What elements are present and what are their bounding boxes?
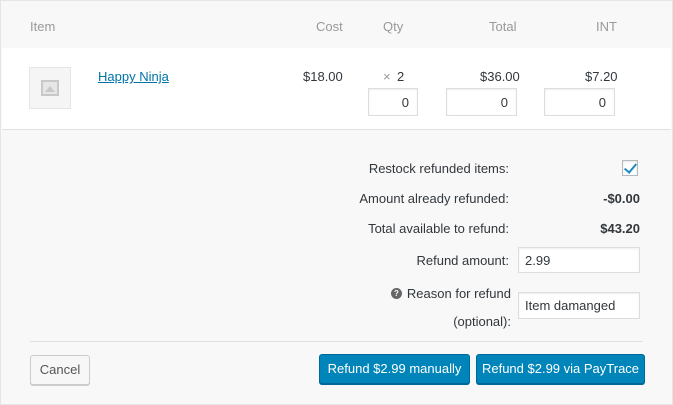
available-value: $43.20	[600, 221, 640, 236]
header-cost: Cost	[316, 19, 343, 34]
table-header: Item Cost Qty Total INT	[2, 2, 671, 48]
cancel-button[interactable]: Cancel	[30, 355, 90, 385]
header-qty: Qty	[383, 19, 404, 34]
header-item: Item	[30, 19, 56, 34]
available-label: Total available to refund:	[368, 221, 509, 236]
refund-manually-button[interactable]: Refund $2.99 manually	[319, 354, 470, 384]
item-total: $36.00	[480, 69, 520, 84]
refund-reason-input[interactable]	[518, 292, 640, 319]
image-placeholder-icon	[41, 80, 59, 96]
item-cost: $18.00	[303, 69, 343, 84]
qty-multiplier: ×	[383, 69, 391, 84]
refund-amount-label: Refund amount:	[416, 253, 509, 268]
product-thumbnail	[29, 67, 71, 109]
already-refunded-label: Amount already refunded:	[359, 191, 509, 206]
item-int: $7.20	[585, 69, 618, 84]
reason-label-line2: (optional):	[453, 314, 511, 329]
restock-checkbox[interactable]	[622, 160, 638, 176]
table-row: Happy Ninja $18.00 × 2 $36.00 $7.20	[2, 48, 671, 130]
item-qty: 2	[397, 69, 405, 84]
refund-qty-input[interactable]	[368, 88, 418, 116]
refund-amount-input[interactable]	[518, 247, 640, 273]
reason-label-line1: Reason for refund	[406, 286, 511, 301]
refund-via-gateway-button[interactable]: Refund $2.99 via PayTrace	[476, 354, 645, 384]
header-total: Total	[489, 19, 517, 34]
help-icon[interactable]: ?	[391, 288, 402, 299]
refund-panel: Item Cost Qty Total INT Happy Ninja $18.…	[0, 0, 673, 405]
header-int: INT	[596, 19, 617, 34]
already-refunded-value: -$0.00	[603, 191, 640, 206]
restock-label: Restock refunded items:	[368, 161, 509, 176]
refund-int-input[interactable]	[544, 88, 615, 116]
product-name-link[interactable]: Happy Ninja	[98, 69, 169, 84]
divider	[30, 341, 643, 342]
refund-total-input[interactable]	[446, 88, 517, 116]
